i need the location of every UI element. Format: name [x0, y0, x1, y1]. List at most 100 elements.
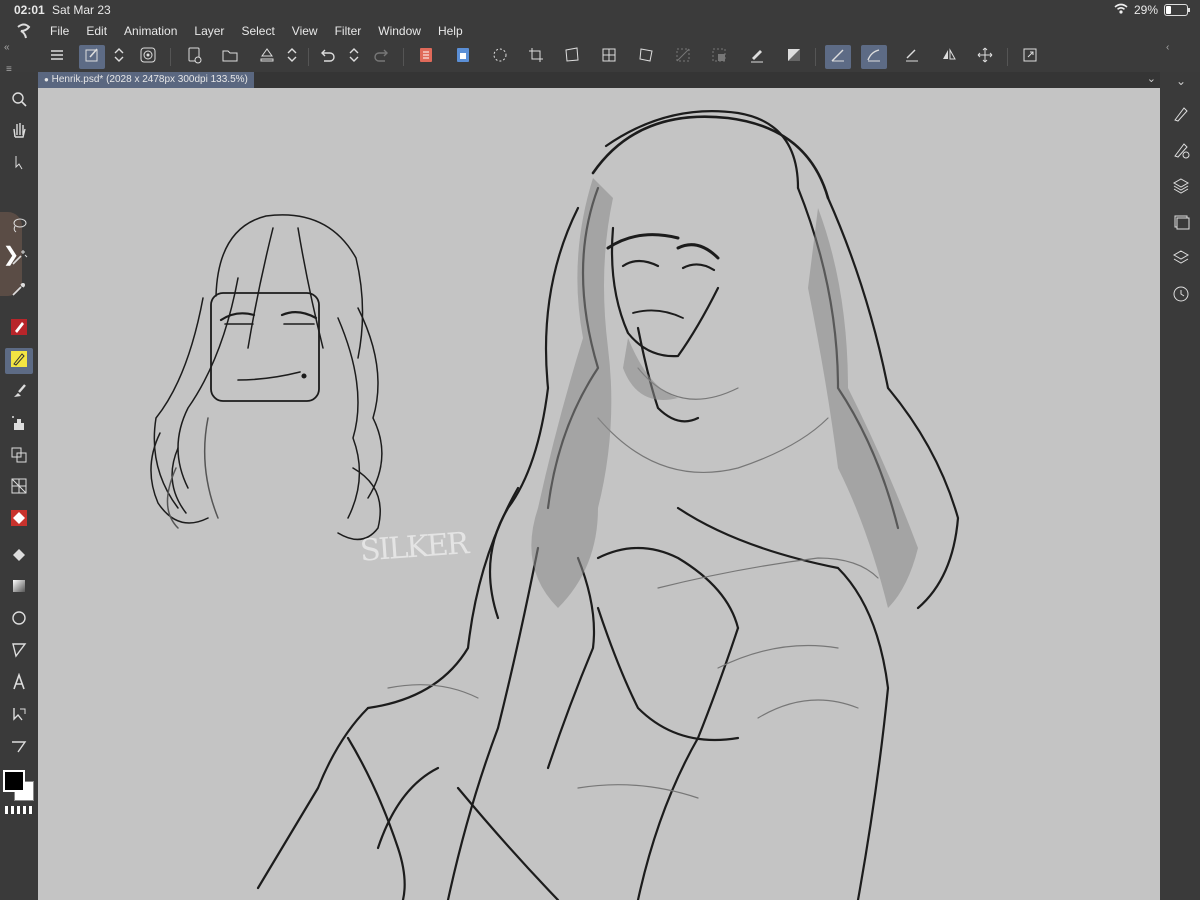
- menu-view[interactable]: View: [292, 24, 318, 38]
- tool-ellipse[interactable]: [5, 607, 33, 633]
- layers-button[interactable]: [1170, 177, 1192, 199]
- edit-mode-button[interactable]: [79, 45, 105, 69]
- command-bar: « ‹: [0, 42, 1200, 73]
- clear-layer-icon: [417, 46, 435, 69]
- tool-decoration[interactable]: [5, 444, 33, 470]
- history-stepper[interactable]: [345, 45, 363, 69]
- foreground-color-swatch[interactable]: [3, 770, 25, 792]
- sub-tool-button[interactable]: [1170, 141, 1192, 163]
- mesh-transform-button[interactable]: [596, 45, 622, 69]
- collapse-right-icon[interactable]: ‹: [1166, 42, 1169, 53]
- snap-grid-button[interactable]: [899, 45, 925, 69]
- tool-pencil[interactable]: [5, 348, 33, 374]
- tool-blend[interactable]: [5, 507, 33, 533]
- tool-airbrush[interactable]: [5, 412, 33, 438]
- eyedropper-icon: [10, 280, 28, 303]
- chibi-head-sketch: [150, 214, 383, 541]
- free-transform-button[interactable]: [633, 45, 659, 69]
- document-tab[interactable]: ● Henrik.psd* (2028 x 2478px 300dpi 133.…: [38, 72, 254, 88]
- decoration-icon: [10, 446, 28, 469]
- tool-text[interactable]: [5, 671, 33, 697]
- tool-eyedropper[interactable]: [5, 278, 33, 304]
- hand-icon: [10, 121, 28, 144]
- chevron-updown-icon: [345, 46, 363, 69]
- undo-button[interactable]: [314, 45, 340, 69]
- tool-move-layer[interactable]: [5, 151, 33, 177]
- brush-settings-button[interactable]: [1170, 105, 1192, 127]
- fullscreen-button[interactable]: [1017, 45, 1043, 69]
- companion-button[interactable]: [135, 45, 161, 69]
- history-button[interactable]: [1170, 285, 1192, 307]
- tool-pen[interactable]: [5, 316, 33, 342]
- collapse-left-icon[interactable]: «: [4, 42, 10, 53]
- tool-magic-wand[interactable]: [5, 246, 33, 272]
- menu-filter[interactable]: Filter: [335, 24, 362, 38]
- hide-selection-button[interactable]: [670, 45, 696, 69]
- lasso-icon: [10, 216, 28, 239]
- transparent-color-swatch[interactable]: [5, 806, 33, 814]
- tool-hand[interactable]: [5, 119, 33, 145]
- invert-button[interactable]: [781, 45, 807, 69]
- new-canvas-icon: [83, 46, 101, 69]
- history-icon: [1172, 285, 1190, 308]
- redo-button[interactable]: [369, 45, 395, 69]
- operation-icon: [10, 705, 28, 728]
- hide-selection-icon: [674, 46, 692, 69]
- fill-icon: [710, 46, 728, 69]
- undo-icon: [318, 46, 336, 69]
- tool-lasso[interactable]: [5, 214, 33, 240]
- menu-file[interactable]: File: [50, 24, 69, 38]
- tool-brush[interactable]: [5, 380, 33, 406]
- snap-ruler-button[interactable]: [825, 45, 851, 69]
- paste-button[interactable]: [450, 45, 476, 69]
- navigator-button[interactable]: [1170, 213, 1192, 235]
- chevron-down-icon[interactable]: ⌄: [1147, 72, 1156, 85]
- fill-bucket-icon: [10, 546, 28, 569]
- crop-button[interactable]: [523, 45, 549, 69]
- paste-icon: [454, 46, 472, 69]
- flip-button[interactable]: [936, 45, 962, 69]
- blend-icon: [10, 509, 28, 532]
- tool-eraser[interactable]: [5, 475, 33, 501]
- snap-special-button[interactable]: [861, 45, 887, 69]
- palette-collapse[interactable]: ⌄: [1170, 70, 1192, 92]
- clear-layer-button[interactable]: [413, 45, 439, 69]
- ellipse-icon: [10, 609, 28, 632]
- spiral-icon: [139, 46, 157, 69]
- menu-animation[interactable]: Animation: [124, 24, 177, 38]
- watermark-signature: SILKER: [358, 526, 469, 569]
- palette-bar: ⌄: [1160, 72, 1200, 900]
- menu-window[interactable]: Window: [378, 24, 421, 38]
- menu-select[interactable]: Select: [241, 24, 274, 38]
- drawing-canvas[interactable]: SILKER: [38, 88, 1160, 900]
- stroke-button[interactable]: [744, 45, 770, 69]
- move-canvas-button[interactable]: [972, 45, 998, 69]
- tool-bar: ≡ ❯: [0, 64, 38, 900]
- fill-button[interactable]: [706, 45, 732, 69]
- progress-button[interactable]: [487, 45, 513, 69]
- app-logo-icon[interactable]: [14, 22, 34, 40]
- tool-figure[interactable]: [5, 639, 33, 665]
- battery-icon: [1164, 4, 1190, 16]
- tool-zoom[interactable]: [5, 88, 33, 114]
- material-button[interactable]: [1170, 249, 1192, 271]
- panel-menu-icon[interactable]: ≡: [6, 64, 12, 75]
- menu-layer[interactable]: Layer: [194, 24, 224, 38]
- menu-help[interactable]: Help: [438, 24, 463, 38]
- invert-icon: [785, 46, 803, 69]
- document-tab-bar: ● Henrik.psd* (2028 x 2478px 300dpi 133.…: [38, 72, 1160, 88]
- menu-edit[interactable]: Edit: [86, 24, 107, 38]
- artwork: [150, 110, 960, 900]
- tool-gradient[interactable]: [5, 575, 33, 601]
- tool-fill-bucket[interactable]: [5, 544, 33, 570]
- new-file-button[interactable]: [181, 45, 207, 69]
- tool-ruler[interactable]: [5, 735, 33, 761]
- save-button[interactable]: [254, 45, 280, 69]
- save-stepper[interactable]: [283, 45, 301, 69]
- open-button[interactable]: [217, 45, 243, 69]
- mode-stepper[interactable]: [110, 45, 128, 69]
- tool-operation[interactable]: [5, 703, 33, 729]
- menu-button[interactable]: [44, 45, 70, 69]
- battery-percent: 29%: [1133, 3, 1158, 17]
- transform-button[interactable]: [559, 45, 585, 69]
